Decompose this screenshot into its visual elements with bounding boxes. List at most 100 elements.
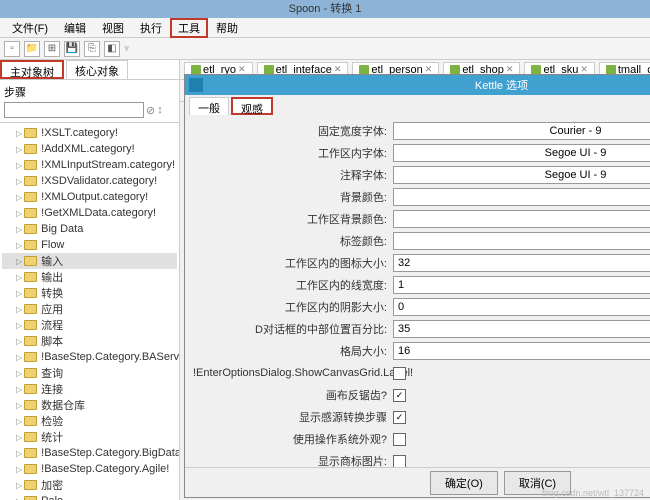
- tree-item[interactable]: !BaseStep.Category.BAServer!: [2, 349, 177, 365]
- option-row: 使用操作系统外观?: [193, 429, 650, 449]
- db-icon[interactable]: ◧: [104, 41, 120, 57]
- color-value[interactable]: [393, 232, 650, 250]
- tree-item[interactable]: 统计: [2, 429, 177, 445]
- tree-item[interactable]: 加密: [2, 477, 177, 493]
- font-value[interactable]: Segoe UI - 9: [393, 144, 650, 162]
- option-label: 显示商标图片:: [193, 453, 393, 467]
- option-row: 工作区内的阴影大小:0: [193, 297, 650, 317]
- expand-icon[interactable]: ↕: [157, 104, 163, 116]
- transform-icon: [531, 65, 541, 75]
- tree-label: 查询: [41, 365, 63, 381]
- folder-icon: [24, 128, 37, 138]
- menu-edit[interactable]: 编辑: [56, 18, 94, 38]
- tree-label: !XMLInputStream.category!: [41, 159, 175, 171]
- tree-label: 检验: [41, 413, 63, 429]
- menu-file[interactable]: 文件(F): [4, 18, 56, 38]
- tree-item[interactable]: !XSDValidator.category!: [2, 173, 177, 189]
- option-row: 工作区内的图标大小:32: [193, 253, 650, 273]
- number-input[interactable]: 16: [393, 342, 650, 360]
- explore-icon[interactable]: ⊞: [44, 41, 60, 57]
- option-row: 工作区内字体:Segoe UI - 9✎⟲: [193, 143, 650, 163]
- right-panel: etl_ryo✕etl_inteface✕etl_person✕etl_shop…: [180, 60, 650, 500]
- dialog-tab-look[interactable]: 观感: [231, 97, 273, 115]
- option-row: 标签颜色:✎⟲: [193, 231, 650, 251]
- tree-item[interactable]: !BaseStep.Category.BigData!: [2, 445, 177, 461]
- tree-item[interactable]: Palo: [2, 493, 177, 500]
- tab-core-objects[interactable]: 核心对象: [66, 60, 128, 79]
- transform-icon: [191, 65, 201, 75]
- option-label: !EnterOptionsDialog.ShowCanvasGrid.Label…: [193, 367, 393, 379]
- font-value[interactable]: Courier - 9: [393, 122, 650, 140]
- tree-item[interactable]: !XMLOutput.category!: [2, 189, 177, 205]
- category-tree[interactable]: !XSLT.category! !AddXML.category! !XMLInpu…: [0, 123, 179, 500]
- tree-item[interactable]: 输入: [2, 253, 177, 269]
- ok-button[interactable]: 确定(O): [430, 471, 498, 495]
- tab-main-tree[interactable]: 主对象树: [0, 60, 64, 79]
- open-icon[interactable]: 📁: [24, 41, 40, 57]
- tree-label: !XMLOutput.category!: [41, 191, 148, 203]
- color-value[interactable]: [393, 210, 650, 228]
- tree-item[interactable]: 应用: [2, 301, 177, 317]
- tree-label: !BaseStep.Category.Agile!: [41, 463, 169, 475]
- dialog-tab-general[interactable]: 一般: [189, 97, 229, 115]
- tree-item[interactable]: !XSLT.category!: [2, 125, 177, 141]
- option-row: 注释字体:Segoe UI - 9✎⟲: [193, 165, 650, 185]
- number-input[interactable]: 32: [393, 254, 650, 272]
- tree-item[interactable]: !GetXMLData.category!: [2, 205, 177, 221]
- number-input[interactable]: 0: [393, 298, 650, 316]
- tree-item[interactable]: !BaseStep.Category.Agile!: [2, 461, 177, 477]
- tree-item[interactable]: !XMLInputStream.category!: [2, 157, 177, 173]
- checkbox[interactable]: ✓: [393, 411, 406, 424]
- option-label: 格局大小:: [193, 343, 393, 359]
- tree-label: !XSDValidator.category!: [41, 175, 157, 187]
- transform-icon: [606, 65, 616, 75]
- save-icon[interactable]: 💾: [64, 41, 80, 57]
- tree-item[interactable]: 流程: [2, 317, 177, 333]
- checkbox[interactable]: [393, 433, 406, 446]
- tree-label: Palo: [41, 495, 63, 500]
- tree-item[interactable]: 查询: [2, 365, 177, 381]
- checkbox[interactable]: [393, 455, 406, 468]
- color-value[interactable]: [393, 188, 650, 206]
- checkbox[interactable]: [393, 367, 406, 380]
- tree-item[interactable]: Flow: [2, 237, 177, 253]
- tree-item[interactable]: 检验: [2, 413, 177, 429]
- tree-label: Big Data: [41, 223, 83, 235]
- menu-view[interactable]: 视图: [94, 18, 132, 38]
- menu-help[interactable]: 帮助: [208, 18, 246, 38]
- tree-item[interactable]: 脚本: [2, 333, 177, 349]
- tree-item[interactable]: 连接: [2, 381, 177, 397]
- clear-icon[interactable]: ⊘: [146, 104, 155, 117]
- watermark: blog.csdn.net/wtl_137724: [542, 488, 644, 498]
- option-label: 使用操作系统外观?: [193, 431, 393, 447]
- option-row: 显示感源转换步骤✓: [193, 407, 650, 427]
- number-input[interactable]: 35: [393, 320, 650, 338]
- menu-tools[interactable]: 工具: [170, 18, 208, 38]
- option-row: !EnterOptionsDialog.ShowCanvasGrid.Label…: [193, 363, 650, 383]
- checkbox[interactable]: ✓: [393, 389, 406, 402]
- folder-icon: [24, 304, 37, 314]
- tree-item[interactable]: !AddXML.category!: [2, 141, 177, 157]
- menu-run[interactable]: 执行: [132, 18, 170, 38]
- number-input[interactable]: 1: [393, 276, 650, 294]
- new-icon[interactable]: ▫: [4, 41, 20, 57]
- font-value[interactable]: Segoe UI - 9: [393, 166, 650, 184]
- folder-icon: [24, 368, 37, 378]
- tree-label: !AddXML.category!: [41, 143, 135, 155]
- option-row: 工作区内的线宽度:1: [193, 275, 650, 295]
- tree-item[interactable]: Big Data: [2, 221, 177, 237]
- tree-label: !XSLT.category!: [41, 127, 118, 139]
- folder-icon: [24, 208, 37, 218]
- tree-item[interactable]: 输出: [2, 269, 177, 285]
- tree-item[interactable]: 转换: [2, 285, 177, 301]
- folder-icon: [24, 400, 37, 410]
- option-row: 背景颜色:✎⟲: [193, 187, 650, 207]
- steps-search-input[interactable]: [4, 102, 144, 118]
- saveas-icon[interactable]: ⎘: [84, 41, 100, 57]
- tree-item[interactable]: 数据仓库: [2, 397, 177, 413]
- folder-icon: [24, 240, 37, 250]
- tree-label: 流程: [41, 317, 63, 333]
- option-label: 工作区背景颜色:: [193, 211, 393, 227]
- folder-icon: [24, 176, 37, 186]
- dialog-icon: [189, 78, 203, 92]
